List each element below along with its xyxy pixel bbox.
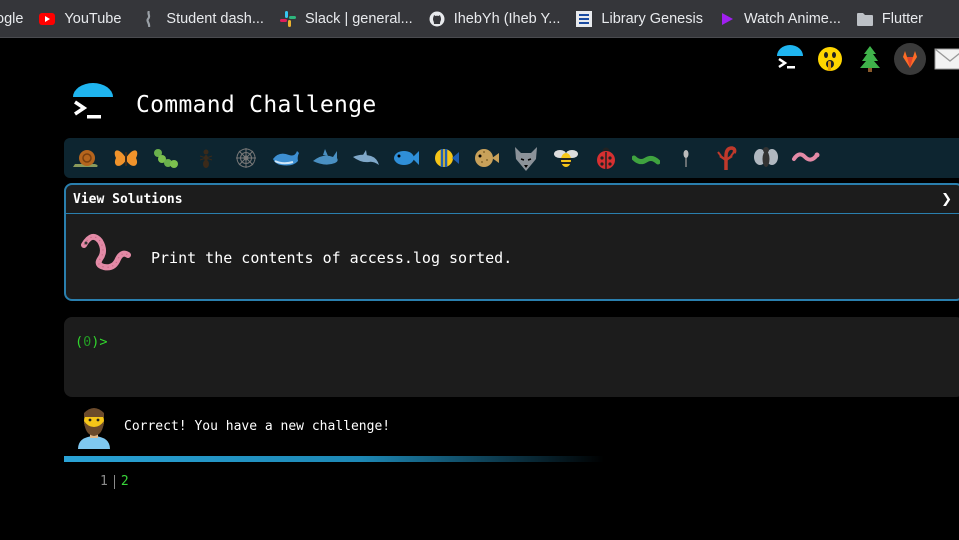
terminal-logo-icon[interactable] bbox=[773, 42, 807, 76]
mail-icon[interactable] bbox=[933, 42, 959, 76]
terminal-prompt: (0)> bbox=[75, 334, 108, 350]
slack-icon bbox=[279, 10, 296, 27]
emoji-face-icon[interactable] bbox=[813, 42, 847, 76]
top-icons bbox=[767, 40, 959, 78]
tree-icon[interactable] bbox=[853, 42, 887, 76]
bookmark-watch-anime[interactable]: Watch Anime... bbox=[719, 0, 841, 37]
scorpion-icon[interactable] bbox=[706, 138, 746, 178]
spider-web-icon[interactable] bbox=[226, 138, 266, 178]
bookmark-label: Library Genesis bbox=[601, 10, 703, 27]
output-line-number: 1 bbox=[100, 474, 108, 489]
tropical-fish-icon[interactable] bbox=[426, 138, 466, 178]
blowfish-icon[interactable] bbox=[466, 138, 506, 178]
dolphin-icon[interactable] bbox=[346, 138, 386, 178]
fish-icon[interactable] bbox=[386, 138, 426, 178]
view-solutions-header[interactable]: View Solutions ❯ bbox=[66, 185, 959, 214]
play-icon bbox=[719, 11, 735, 27]
output-value: 2 bbox=[120, 474, 129, 489]
command-output: 1 2 bbox=[100, 474, 129, 489]
worm-green-icon[interactable] bbox=[626, 138, 666, 178]
bee-icon[interactable] bbox=[546, 138, 586, 178]
shark-icon[interactable] bbox=[306, 138, 346, 178]
github-icon bbox=[429, 11, 445, 27]
bookmarks-bar: ogle YouTube Student dash... Slack | gen… bbox=[0, 0, 959, 38]
snail-icon[interactable] bbox=[66, 138, 106, 178]
bookmark-label: Student dash... bbox=[166, 10, 264, 27]
prompt-close: )> bbox=[91, 334, 108, 350]
caterpillar-icon[interactable] bbox=[146, 138, 186, 178]
youtube-icon bbox=[39, 11, 56, 27]
bookmark-library-genesis[interactable]: Library Genesis bbox=[576, 0, 703, 37]
gitlab-icon[interactable] bbox=[893, 42, 927, 76]
challenge-task-text: Print the contents of access.log sorted. bbox=[151, 249, 513, 267]
terminal-input-area[interactable]: (0)> bbox=[64, 317, 959, 397]
chevron-right-icon[interactable]: ❯ bbox=[941, 192, 952, 207]
bookmark-slack[interactable]: Slack | general... bbox=[279, 0, 413, 37]
bookmark-label: YouTube bbox=[64, 10, 122, 27]
worm-pink-icon[interactable] bbox=[786, 138, 826, 178]
wolf-icon[interactable] bbox=[506, 138, 546, 178]
view-solutions-label: View Solutions bbox=[73, 191, 183, 207]
challenge-card: View Solutions ❯ Print the contents of a… bbox=[64, 183, 959, 301]
bookmark-label: Flutter bbox=[881, 10, 924, 27]
bookmark-google[interactable]: ogle bbox=[0, 0, 23, 37]
mosquito-icon[interactable] bbox=[666, 138, 706, 178]
library-genesis-icon bbox=[576, 10, 593, 27]
worm-icon bbox=[78, 229, 132, 271]
bookmark-youtube[interactable]: YouTube bbox=[39, 0, 121, 37]
student-dash-icon bbox=[141, 10, 157, 27]
bookmark-github[interactable]: IhebYh (Iheb Y... bbox=[429, 0, 561, 37]
folder-icon bbox=[856, 11, 873, 27]
output-separator bbox=[113, 474, 115, 489]
ant-icon[interactable] bbox=[186, 138, 226, 178]
avatar bbox=[76, 405, 112, 449]
bookmark-label: Watch Anime... bbox=[743, 10, 841, 27]
fly-icon[interactable] bbox=[746, 138, 786, 178]
whale-icon[interactable] bbox=[266, 138, 306, 178]
challenge-strip bbox=[64, 138, 959, 178]
bookmark-label: IhebYh (Iheb Y... bbox=[453, 10, 561, 27]
bookmark-label: ogle bbox=[0, 10, 24, 27]
progress-bar bbox=[64, 456, 604, 462]
response-message: Correct! You have a new challenge! bbox=[124, 419, 391, 434]
app-logo-icon bbox=[70, 82, 116, 128]
bookmark-student-dash[interactable]: Student dash... bbox=[141, 0, 264, 37]
page-title: Command Challenge bbox=[136, 92, 377, 118]
butterfly-icon[interactable] bbox=[106, 138, 146, 178]
ladybug-icon[interactable] bbox=[586, 138, 626, 178]
bookmark-label: Slack | general... bbox=[304, 10, 413, 27]
bookmark-flutter-folder[interactable]: Flutter bbox=[856, 0, 924, 37]
prompt-open: ( bbox=[75, 334, 84, 350]
